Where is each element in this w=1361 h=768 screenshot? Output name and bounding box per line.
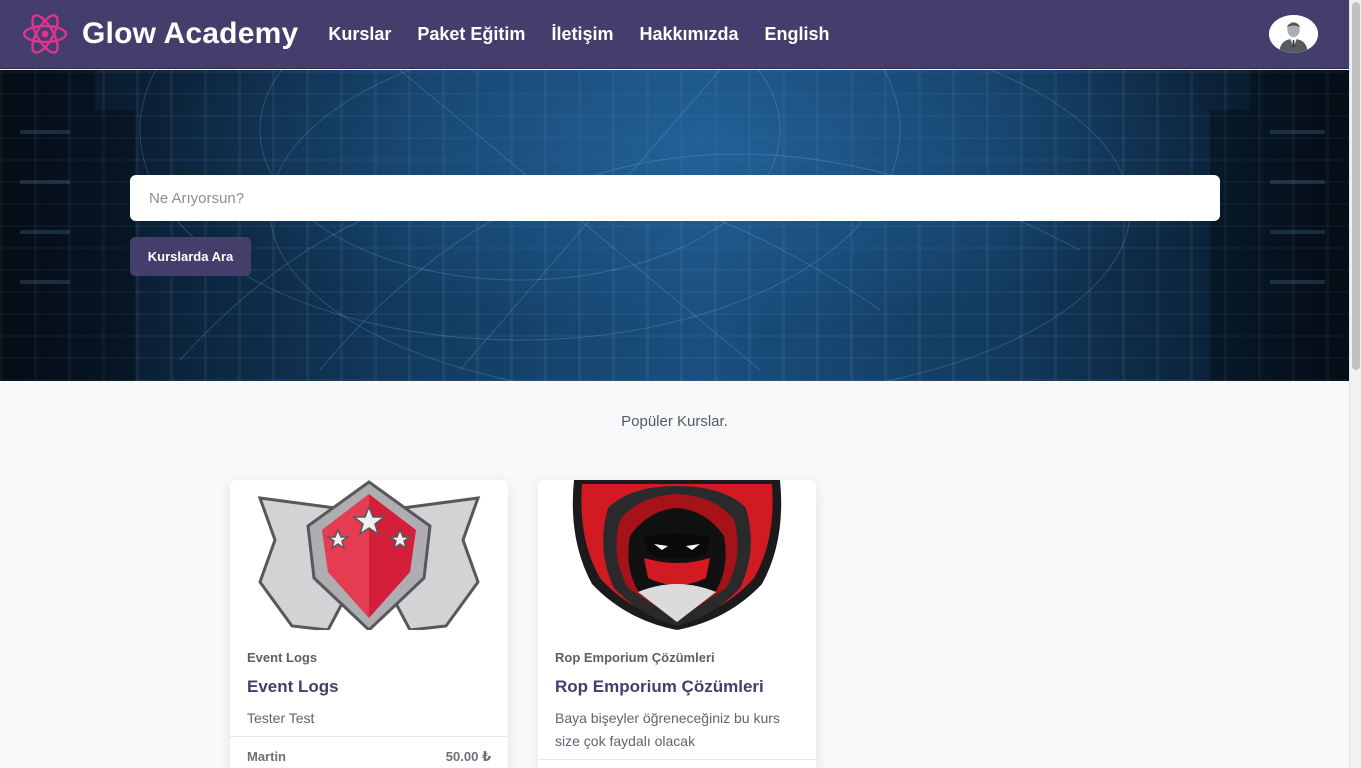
- course-description: Tester Test: [247, 710, 315, 726]
- course-card[interactable]: Rop Emporium Çözümleri Rop Emporium Çözü…: [538, 480, 816, 768]
- popular-courses-title: Popüler Kurslar.: [621, 413, 728, 430]
- top-navbar: Glow Academy Kurslar Paket Eğitim İletiş…: [0, 0, 1349, 69]
- nav-link-english[interactable]: English: [765, 24, 830, 45]
- course-category: Rop Emporium Çözümleri: [555, 650, 715, 665]
- course-price: 50.00 ₺: [445, 749, 491, 764]
- server-room-background: [0, 70, 1349, 381]
- search-courses-button[interactable]: Kurslarda Ara: [130, 237, 251, 276]
- card-body: Event Logs Event Logs Tester Test: [230, 630, 508, 736]
- hero-banner: Kurslarda Ara: [0, 70, 1349, 381]
- course-title-link[interactable]: Event Logs: [247, 677, 491, 697]
- main-nav: Kurslar Paket Eğitim İletişim Hakkımızda…: [328, 24, 855, 45]
- course-description: Baya bişeyler öğreneceğiniz bu kurs size…: [555, 710, 780, 749]
- star-shield-emblem-icon: [230, 480, 508, 630]
- nav-link-paket-egitim[interactable]: Paket Eğitim: [417, 24, 525, 45]
- course-card[interactable]: Event Logs Event Logs Tester Test Martin…: [230, 480, 508, 768]
- atom-icon: [22, 14, 68, 54]
- brand[interactable]: Glow Academy: [22, 11, 298, 57]
- nav-link-kurslar[interactable]: Kurslar: [328, 24, 391, 45]
- course-instructor: Martin: [247, 749, 286, 764]
- card-body: Rop Emporium Çözümleri Rop Emporium Çözü…: [538, 630, 816, 759]
- nav-link-iletisim[interactable]: İletişim: [551, 24, 613, 45]
- course-title-link[interactable]: Rop Emporium Çözümleri: [555, 677, 799, 697]
- scrollbar-thumb[interactable]: [1352, 2, 1360, 370]
- user-avatar-button[interactable]: [1269, 15, 1318, 53]
- nav-link-hakkimizda[interactable]: Hakkımızda: [639, 24, 738, 45]
- page-scrollbar[interactable]: [1349, 0, 1361, 768]
- course-category: Event Logs: [247, 650, 318, 665]
- hooded-ninja-shield-icon: [538, 480, 816, 630]
- card-footer: [538, 759, 816, 768]
- user-avatar-icon: [1269, 15, 1318, 53]
- course-search-input[interactable]: [130, 175, 1220, 221]
- card-footer: Martin 50.00 ₺: [230, 736, 508, 765]
- brand-name: Glow Academy: [82, 17, 299, 50]
